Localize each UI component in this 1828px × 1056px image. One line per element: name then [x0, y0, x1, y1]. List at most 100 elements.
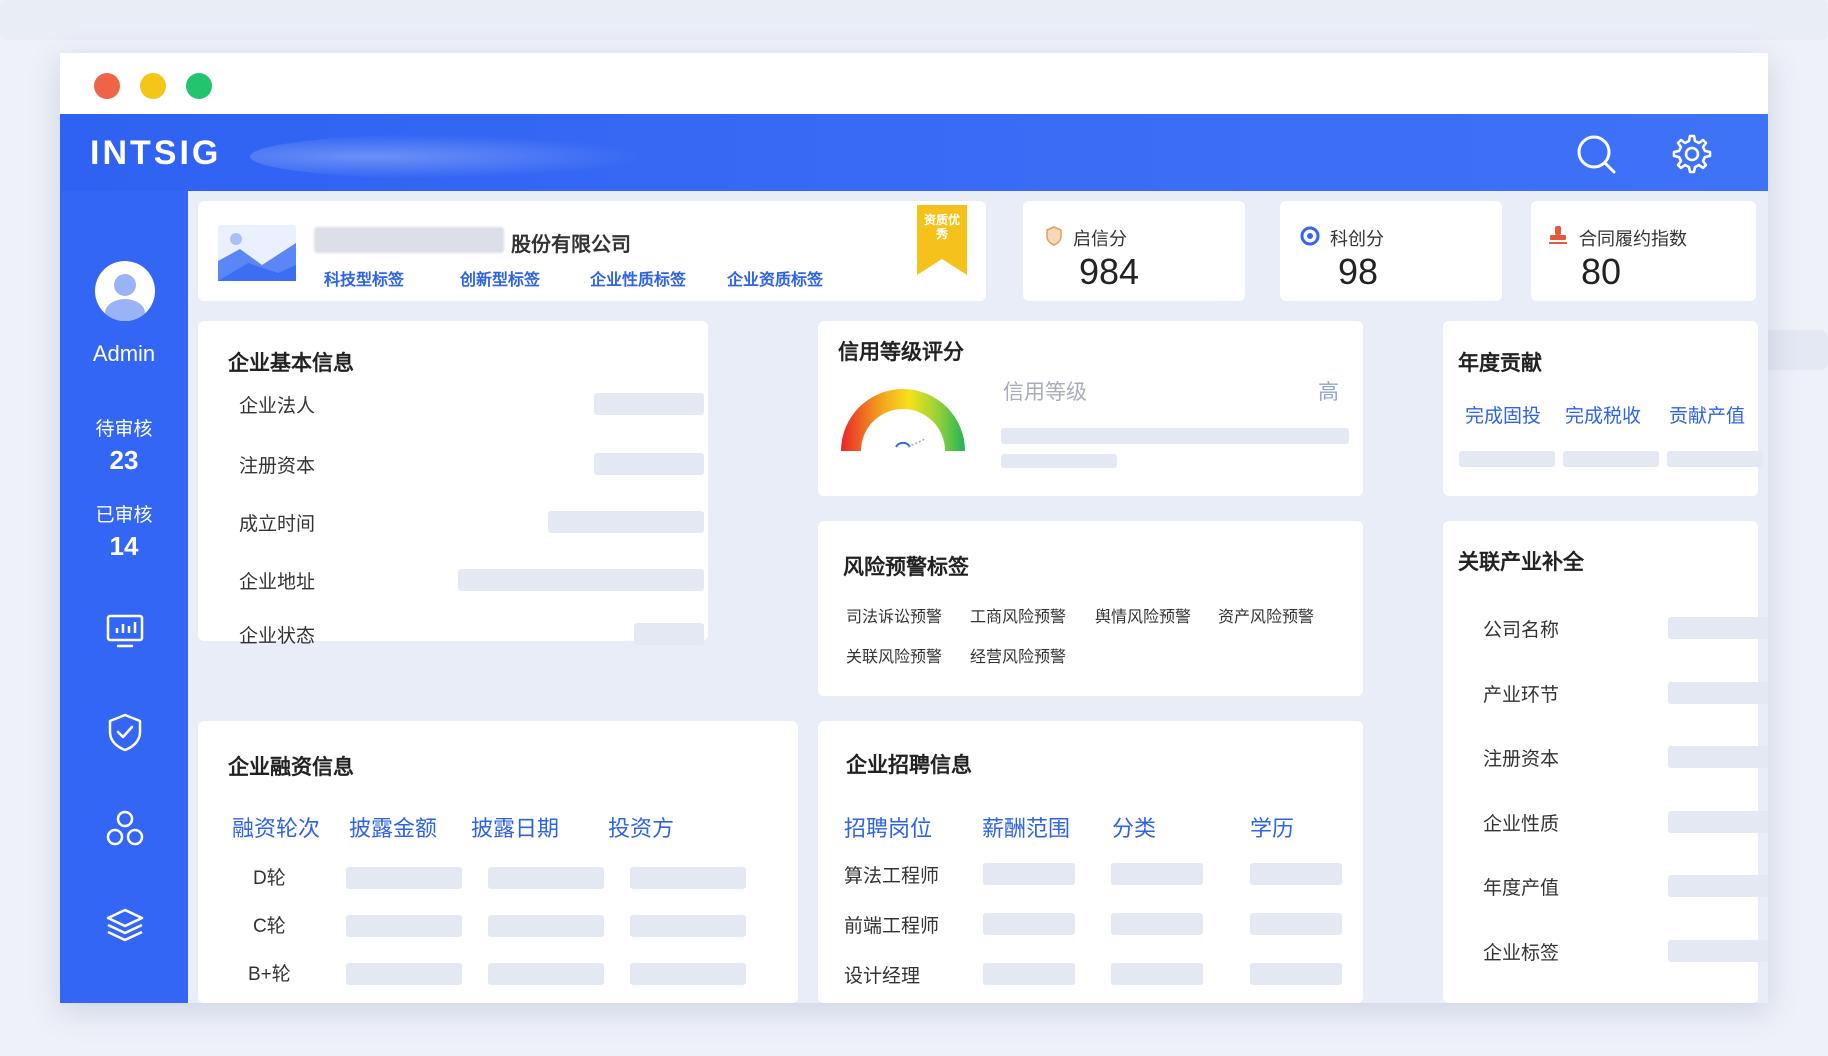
related-field: 年度产值: [1483, 878, 1560, 899]
risk-title: 风险预警标签: [843, 556, 969, 579]
related-placeholder: [1668, 940, 1768, 962]
modules-icon[interactable]: [104, 808, 146, 850]
related-placeholder: [1668, 682, 1768, 704]
related-placeholder: [1668, 875, 1768, 897]
risk-tag[interactable]: 舆情风险预警: [1095, 603, 1191, 627]
recruit-job: 设计经理: [844, 966, 921, 987]
gear-icon[interactable]: [1670, 132, 1714, 176]
reviewed-label: 已审核: [95, 505, 153, 526]
recruit-placeholder: [1111, 863, 1203, 885]
financing-round: B+轮: [248, 964, 291, 985]
related-placeholder: [1668, 617, 1768, 639]
recruit-placeholder: [983, 913, 1075, 935]
financing-placeholder: [346, 867, 462, 889]
related-field: 企业标签: [1483, 943, 1560, 964]
minimize-window-button[interactable]: [140, 73, 166, 99]
related-card: 关联产业补全 公司名称 产业环节 注册资本 企业性质 年度产值 企业标签: [1443, 521, 1768, 1003]
user-icon: [105, 274, 145, 321]
recruit-placeholder: [1250, 963, 1342, 985]
metric-value: 98: [1338, 251, 1379, 292]
metric-label: 合同履约指数: [1579, 229, 1687, 249]
related-field: 企业性质: [1483, 814, 1560, 835]
financing-header[interactable]: 融资轮次: [232, 811, 320, 843]
value-placeholder: [458, 569, 704, 591]
maximize-window-button[interactable]: [186, 73, 212, 99]
layers-icon[interactable]: [104, 905, 146, 947]
related-placeholder: [1668, 746, 1768, 768]
risk-tag[interactable]: 关联风险预警: [846, 643, 942, 667]
tag-qualification[interactable]: 企业资质标签: [727, 266, 823, 290]
risk-tag[interactable]: 工商风险预警: [970, 603, 1066, 627]
recruit-placeholder: [983, 963, 1075, 985]
related-title: 关联产业补全: [1458, 551, 1584, 574]
related-field: 公司名称: [1483, 620, 1560, 641]
financing-header[interactable]: 披露日期: [471, 811, 559, 843]
avatar[interactable]: [95, 261, 155, 321]
annual-placeholder: [1667, 451, 1763, 467]
recruit-header[interactable]: 招聘岗位: [844, 811, 932, 843]
company-logo-image: [218, 225, 296, 281]
risk-tag[interactable]: 司法诉讼预警: [846, 603, 942, 627]
field-label: 企业状态: [239, 626, 316, 647]
stamp-icon: [1549, 226, 1567, 244]
financing-placeholder: [630, 867, 746, 889]
tag-innovation[interactable]: 创新型标签: [460, 266, 540, 290]
credit-gauge: [841, 389, 965, 451]
logo-decoration: [250, 134, 650, 179]
recruit-header[interactable]: 学历: [1250, 811, 1294, 843]
top-navigation-bar: INTSIG: [60, 114, 1768, 191]
financing-placeholder: [488, 867, 604, 889]
financing-placeholder: [630, 915, 746, 937]
field-label: 成立时间: [239, 514, 316, 535]
recruit-header[interactable]: 薪酬范围: [982, 811, 1070, 843]
metric-card-contract: 合同履约指数 80: [1531, 201, 1756, 301]
credit-title: 信用等级评分: [838, 341, 964, 364]
related-placeholder: [1668, 811, 1768, 833]
credit-level: 高: [1318, 381, 1339, 404]
recruit-placeholder: [983, 863, 1075, 885]
financing-placeholder: [488, 963, 604, 985]
search-icon[interactable]: [1574, 132, 1618, 176]
field-label: 企业地址: [239, 572, 316, 593]
annual-item[interactable]: 贡献产值: [1669, 401, 1745, 428]
metric-label: 科创分: [1330, 229, 1384, 249]
field-label: 注册资本: [239, 456, 316, 477]
related-field: 注册资本: [1483, 749, 1560, 770]
tag-nature[interactable]: 企业性质标签: [590, 266, 686, 290]
recruit-title: 企业招聘信息: [846, 754, 972, 777]
financing-card: 企业融资信息 融资轮次 披露金额 披露日期 投资方 D轮 C轮 B+轮: [198, 721, 798, 1003]
financing-placeholder: [346, 963, 462, 985]
app-window: INTSIG Admin 待审核 23 已审核 14 股份有限公司 科技型标签 …: [60, 53, 1768, 1003]
risk-tag[interactable]: 资产风险预警: [1218, 603, 1314, 627]
credit-label: 信用等级: [1003, 381, 1087, 404]
close-window-button[interactable]: [94, 73, 120, 99]
financing-header[interactable]: 披露金额: [349, 811, 437, 843]
related-field: 产业环节: [1483, 685, 1560, 706]
risk-tag[interactable]: 经营风险预警: [970, 643, 1066, 667]
value-placeholder: [634, 623, 704, 645]
financing-placeholder: [346, 915, 462, 937]
recruit-placeholder: [1250, 863, 1342, 885]
financing-header[interactable]: 投资方: [608, 811, 674, 843]
reviewed-count: 14: [109, 531, 139, 561]
recruit-header[interactable]: 分类: [1112, 811, 1156, 843]
basic-info-title: 企业基本信息: [228, 352, 354, 375]
shield-check-icon[interactable]: [104, 711, 146, 753]
quality-badge: 资质优秀: [917, 205, 967, 275]
tag-tech[interactable]: 科技型标签: [324, 266, 404, 290]
company-name-suffix: 股份有限公司: [511, 234, 631, 256]
financing-title: 企业融资信息: [228, 756, 354, 779]
annual-item[interactable]: 完成税收: [1565, 401, 1641, 428]
app-logo: INTSIG: [90, 134, 222, 172]
financing-placeholder: [488, 915, 604, 937]
metric-value: 984: [1079, 251, 1140, 292]
annual-item[interactable]: 完成固投: [1465, 401, 1541, 428]
metric-card-qixin: 启信分 984: [1023, 201, 1245, 301]
annual-title: 年度贡献: [1458, 352, 1542, 375]
pending-count: 23: [109, 445, 139, 475]
target-icon: [1300, 226, 1320, 246]
company-card: 股份有限公司 科技型标签 创新型标签 企业性质标签 企业资质标签 资质优秀: [198, 201, 986, 301]
monitor-icon[interactable]: [104, 611, 146, 653]
risk-card: 风险预警标签 司法诉讼预警 工商风险预警 舆情风险预警 资产风险预警 关联风险预…: [818, 521, 1363, 696]
metric-label: 启信分: [1073, 229, 1127, 249]
